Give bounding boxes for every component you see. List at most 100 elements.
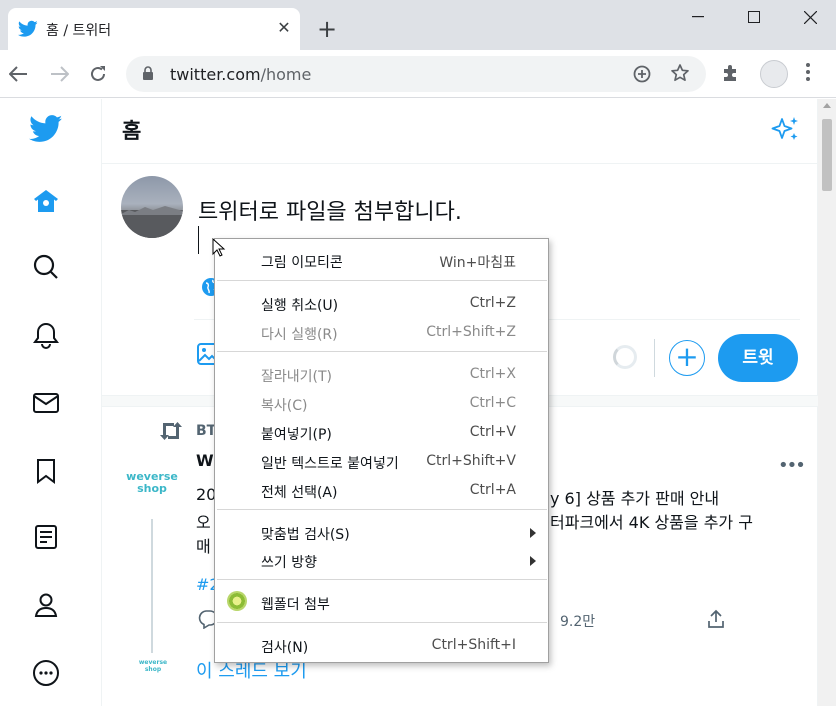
menu-item-shortcut: Ctrl+C <box>469 395 516 411</box>
menu-item-label: 일반 텍스트로 붙여넣기 <box>261 456 399 472</box>
menu-item-label: 전체 선택(A) <box>261 485 338 501</box>
weverse-shop-small-avatar[interactable]: weverse shop <box>136 649 170 683</box>
reload-icon[interactable] <box>84 60 112 88</box>
tweet-line-3-left: 매 <box>196 537 211 556</box>
composer-text[interactable]: 트위터로 파일을 첨부합니다. <box>198 194 462 226</box>
mouse-cursor-icon <box>212 238 226 257</box>
menu-item-undo[interactable]: 실행 취소(U) Ctrl+Z <box>215 289 548 317</box>
menu-item-copy[interactable]: 복사(C) Ctrl+C <box>215 389 548 417</box>
page-title: 홈 <box>122 119 142 143</box>
menu-separator <box>217 509 547 510</box>
menu-item-label: 다시 실행(R) <box>261 327 338 343</box>
mail-icon[interactable] <box>26 383 66 423</box>
menu-item-spellcheck[interactable]: 맞춤법 검사(S) <box>215 518 548 546</box>
tweet-button[interactable]: 트윗 <box>718 334 798 382</box>
submenu-arrow-icon <box>530 556 536 566</box>
menu-item-label: 잘라내기(T) <box>261 369 332 385</box>
list-icon[interactable] <box>26 517 66 557</box>
menu-separator <box>217 280 547 281</box>
menu-item-label: 복사(C) <box>261 398 308 414</box>
menu-item-webfolder[interactable]: 웹폴더 첨부 <box>215 588 548 616</box>
menu-item-shortcut: Ctrl+Shift+I <box>431 637 516 653</box>
more-icon[interactable] <box>26 653 66 693</box>
menu-item-label: 쓰기 방향 <box>261 555 317 571</box>
menu-item-shortcut: Ctrl+Z <box>469 295 516 311</box>
profile-icon[interactable] <box>26 585 66 625</box>
author-name[interactable]: W <box>196 451 214 470</box>
menu-item-emoji[interactable]: 그림 이모티콘 Win+마침표 <box>215 246 548 274</box>
search-icon[interactable] <box>26 247 66 287</box>
menu-item-shortcut: Ctrl+X <box>469 366 516 382</box>
tweet-line-2-right: 터파크에서 4K 상품을 추가 구 <box>550 513 753 532</box>
tweet-line-1-right: y 6] 상품 추가 판매 안내 <box>550 489 720 508</box>
logo-word-2: shop <box>137 482 167 495</box>
share-icon[interactable] <box>706 609 726 629</box>
webfolder-icon <box>227 591 247 611</box>
more-options-icon[interactable]: ••• <box>778 455 806 476</box>
text-caret <box>198 226 199 254</box>
minimize-icon[interactable] <box>670 0 726 34</box>
menu-item-shortcut: Ctrl+Shift+V <box>426 453 516 469</box>
menu-item-shortcut: Win+마침표 <box>439 255 516 271</box>
menu-item-label: 검사(N) <box>261 640 309 656</box>
bell-icon[interactable] <box>26 315 66 355</box>
maximize-icon[interactable] <box>726 0 782 34</box>
left-nav <box>0 99 100 706</box>
extensions-icon[interactable] <box>720 62 742 84</box>
small-logo-word-2: shop <box>144 666 162 673</box>
menu-item-select-all[interactable]: 전체 선택(A) Ctrl+A <box>215 476 548 504</box>
menu-item-label: 웹폴더 첨부 <box>261 597 330 613</box>
menu-item-label: 그림 이모티콘 <box>261 255 343 271</box>
lock-icon[interactable] <box>142 66 154 81</box>
context-menu: 그림 이모티콘 Win+마침표 실행 취소(U) Ctrl+Z 다시 실행(R)… <box>214 238 549 663</box>
menu-item-writing-direction[interactable]: 쓰기 방향 <box>215 546 548 574</box>
url-text[interactable]: twitter.com/home <box>170 65 311 84</box>
view-count: 9.2만 <box>560 614 596 630</box>
menu-item-cut[interactable]: 잘라내기(T) Ctrl+X <box>215 360 548 388</box>
small-logo-word-1: weverse <box>138 659 168 666</box>
url-path: /home <box>260 65 312 84</box>
tweet-line-2-left: 오 <box>196 513 211 532</box>
back-icon[interactable] <box>4 60 32 88</box>
star-icon[interactable] <box>670 63 690 83</box>
kebab-menu-icon[interactable] <box>804 62 812 82</box>
tab-title: 홈 / 트위터 <box>46 23 112 39</box>
tab-strip: 홈 / 트위터 ✕ + <box>0 0 836 50</box>
menu-item-redo[interactable]: 다시 실행(R) Ctrl+Shift+Z <box>215 318 548 346</box>
close-icon[interactable]: ✕ <box>274 18 294 38</box>
scroll-up-arrow[interactable] <box>823 103 831 108</box>
url-host: twitter.com <box>170 65 261 84</box>
weverse-shop-avatar[interactable]: weverse shop <box>120 451 184 515</box>
menu-item-label: 실행 취소(U) <box>261 298 339 314</box>
menu-item-label: 붙여넣기(P) <box>261 427 332 443</box>
sparkle-icon[interactable] <box>770 113 802 145</box>
browser-tab[interactable]: 홈 / 트위터 ✕ <box>8 8 300 50</box>
menu-item-paste[interactable]: 붙여넣기(P) Ctrl+V <box>215 418 548 446</box>
home-icon[interactable] <box>26 181 66 221</box>
thread-line <box>151 519 153 653</box>
new-tab-button[interactable]: + <box>312 14 342 44</box>
twitter-bird-icon <box>18 20 38 37</box>
scroll-thumb[interactable] <box>822 119 832 191</box>
twitter-logo-icon[interactable] <box>26 109 66 149</box>
profile-icon[interactable] <box>760 60 788 88</box>
bookmark-icon[interactable] <box>26 451 66 491</box>
browser-toolbar: twitter.com/home <box>0 50 836 98</box>
menu-item-shortcut: Ctrl+V <box>469 424 516 440</box>
composer-separator <box>654 339 655 377</box>
header: 홈 <box>102 99 818 164</box>
menu-item-shortcut: Ctrl+Shift+Z <box>426 324 516 340</box>
add-circle-icon[interactable] <box>632 64 652 84</box>
page-scrollbar[interactable] <box>818 99 836 706</box>
menu-item-inspect[interactable]: 검사(N) Ctrl+Shift+I <box>215 631 548 659</box>
window-close-icon[interactable] <box>782 0 836 34</box>
forward-icon[interactable] <box>46 60 74 88</box>
add-thread-button[interactable]: + <box>669 340 705 376</box>
submenu-arrow-icon <box>530 528 536 538</box>
avatar[interactable] <box>121 176 183 238</box>
menu-item-paste-plain[interactable]: 일반 텍스트로 붙여넣기 Ctrl+Shift+V <box>215 447 548 475</box>
menu-item-shortcut: Ctrl+A <box>469 482 516 498</box>
retweet-icon <box>160 422 182 440</box>
menu-separator <box>217 579 547 580</box>
address-bar[interactable]: twitter.com/home <box>126 56 706 92</box>
